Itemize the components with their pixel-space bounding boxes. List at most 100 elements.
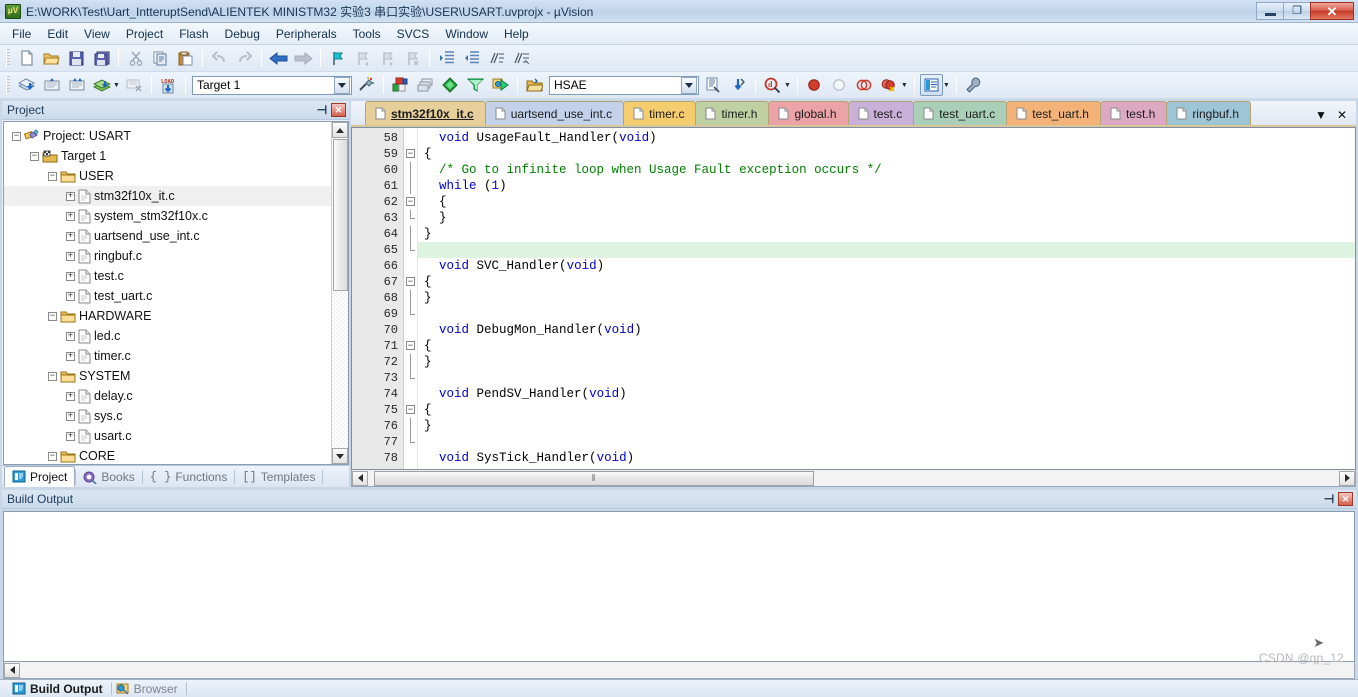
fold-marker[interactable] — [404, 130, 417, 146]
project-tree[interactable]: − Project: USART − Target 1− USER + stm32f10x_… — [4, 122, 331, 464]
disable-breakpoint-icon[interactable] — [828, 74, 851, 96]
code-line[interactable]: void UsageFault_Handler(void) — [418, 130, 1355, 146]
debug-session-dropdown-arrow-icon[interactable]: ▼ — [784, 82, 791, 89]
batch-build-icon[interactable] — [90, 74, 113, 96]
editor-tab[interactable]: test_uart.c — [913, 101, 1008, 125]
tree-expand-icon[interactable]: + — [66, 231, 75, 241]
editor-tab[interactable]: test.h — [1099, 101, 1168, 125]
code-line[interactable]: while (1) — [418, 178, 1355, 194]
code-line[interactable]: /* Go to infinite loop when Usage Fault … — [418, 162, 1355, 178]
fold-marker[interactable]: − — [404, 274, 417, 290]
tree-item[interactable]: + led.c — [4, 326, 331, 346]
fold-marker[interactable] — [404, 226, 417, 242]
tree-collapse-icon[interactable]: − — [48, 171, 57, 181]
manage-run-time-icon[interactable] — [464, 74, 487, 96]
tree-item[interactable]: + system_stm32f10x.c — [4, 206, 331, 226]
menu-flash[interactable]: Flash — [171, 25, 216, 43]
code-line[interactable]: void PendSV_Handler(void) — [418, 386, 1355, 402]
tree-item[interactable]: + stm32f10x_it.c — [4, 186, 331, 206]
menu-debug[interactable]: Debug — [217, 25, 268, 43]
fold-marker[interactable] — [404, 434, 417, 450]
tree-collapse-icon[interactable]: − — [30, 151, 39, 161]
save-icon[interactable] — [65, 47, 88, 69]
tree-item[interactable]: − CORE — [4, 446, 331, 464]
build-icon[interactable] — [40, 74, 63, 96]
fold-marker[interactable] — [404, 386, 417, 402]
save-all-icon[interactable] — [90, 47, 113, 69]
target-options-icon[interactable] — [355, 74, 378, 96]
hscroll-thumb[interactable]: ⦀ — [374, 470, 814, 486]
toolbar-grip[interactable] — [6, 49, 10, 67]
open-file-icon[interactable] — [40, 47, 63, 69]
new-file-icon[interactable] — [15, 47, 38, 69]
editor-tab[interactable]: timer.h — [695, 101, 770, 125]
bookmark-prev-icon[interactable] — [351, 47, 374, 69]
hscroll-track[interactable]: ⦀ — [368, 470, 1339, 486]
bookmark-clear-icon[interactable] — [401, 47, 424, 69]
download-icon[interactable]: LOAD — [157, 74, 180, 96]
open-folder-icon[interactable] — [523, 74, 546, 96]
tree-expand-icon[interactable]: + — [66, 331, 75, 341]
tree-expand-icon[interactable]: + — [66, 271, 75, 281]
editor-tab[interactable]: timer.c — [623, 101, 697, 125]
find-in-files-icon[interactable] — [727, 74, 750, 96]
menu-peripherals[interactable]: Peripherals — [268, 25, 345, 43]
fold-marker[interactable] — [404, 418, 417, 434]
batch-build-dropdown-arrow-icon[interactable]: ▼ — [113, 82, 120, 89]
fold-marker[interactable] — [404, 322, 417, 338]
bottom-tab-browser[interactable]: Browser — [112, 680, 186, 697]
cut-icon[interactable] — [124, 47, 147, 69]
editor-tab[interactable]: test_uart.h — [1006, 101, 1101, 125]
tree-collapse-icon[interactable]: − — [48, 311, 57, 321]
tree-item[interactable]: − HARDWARE — [4, 306, 331, 326]
uncomment-icon[interactable] — [510, 47, 533, 69]
build-output-horizontal-scrollbar[interactable] — [3, 662, 1355, 679]
tree-collapse-icon[interactable]: − — [48, 371, 57, 381]
editor-tab-close-icon[interactable]: ✕ — [1337, 109, 1347, 121]
project-tree-scrollbar[interactable] — [331, 122, 348, 464]
tree-item[interactable]: + ringbuf.c — [4, 246, 331, 266]
fold-collapse-icon[interactable]: − — [406, 341, 415, 350]
code-line[interactable]: { — [418, 194, 1355, 210]
fold-collapse-icon[interactable]: − — [406, 149, 415, 158]
fold-collapse-icon[interactable]: − — [406, 197, 415, 206]
stop-build-icon[interactable] — [123, 74, 146, 96]
code-line[interactable]: } — [418, 210, 1355, 226]
code-line[interactable]: void SVC_Handler(void) — [418, 258, 1355, 274]
editor-tab[interactable]: uartsend_use_int.c — [484, 101, 625, 125]
build-hscroll-left-icon[interactable] — [4, 662, 20, 678]
code-line[interactable]: { — [418, 338, 1355, 354]
fold-marker[interactable] — [404, 210, 417, 226]
build-hscroll-track[interactable] — [20, 662, 1354, 678]
code-line[interactable]: } — [418, 290, 1355, 306]
fold-marker[interactable] — [404, 290, 417, 306]
fold-collapse-icon[interactable]: − — [406, 405, 415, 414]
menu-help[interactable]: Help — [496, 25, 537, 43]
tree-item[interactable]: − USER — [4, 166, 331, 186]
editor-tab-overflow-icon[interactable]: ▼ — [1315, 109, 1327, 121]
paste-icon[interactable] — [174, 47, 197, 69]
bookmark-next-icon[interactable] — [376, 47, 399, 69]
window-layout-dropdown-arrow-icon[interactable]: ▼ — [943, 82, 950, 89]
debug-session-icon[interactable]: d — [761, 74, 784, 96]
hscroll-left-icon[interactable] — [352, 470, 368, 486]
fold-marker[interactable] — [404, 370, 417, 386]
project-pane-close-icon[interactable]: ✕ — [331, 103, 346, 117]
code-line[interactable] — [418, 306, 1355, 322]
menu-window[interactable]: Window — [437, 25, 496, 43]
tree-collapse-icon[interactable]: − — [12, 131, 21, 141]
build-output-text[interactable] — [3, 511, 1355, 662]
fold-marker[interactable]: − — [404, 402, 417, 418]
fold-collapse-icon[interactable]: − — [406, 277, 415, 286]
tree-item[interactable]: + test_uart.c — [4, 286, 331, 306]
close-button[interactable]: ✕ — [1310, 2, 1354, 20]
source-browse-icon[interactable] — [702, 74, 725, 96]
code-line[interactable]: void SysTick_Handler(void) — [418, 450, 1355, 466]
scroll-down-icon[interactable] — [332, 448, 348, 464]
menu-file[interactable]: File — [4, 25, 39, 43]
code-line[interactable]: { — [418, 274, 1355, 290]
code-line[interactable]: { — [418, 402, 1355, 418]
manage-components-icon[interactable] — [389, 74, 412, 96]
project-pane-pin-icon[interactable]: ⊣ — [315, 103, 329, 117]
build-output-close-icon[interactable]: ✕ — [1338, 492, 1353, 506]
